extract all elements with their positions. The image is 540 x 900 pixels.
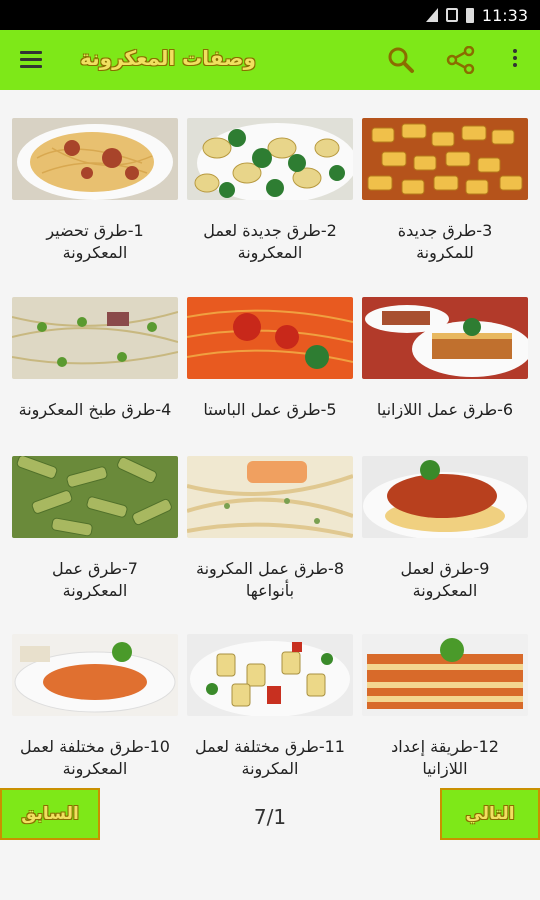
recipe-card[interactable]: 12-طريقة إعداد اللازانيا [362, 634, 528, 780]
recipe-label: 12-طريقة إعداد اللازانيا [391, 737, 499, 778]
recipe-label: 11-طرق مختلفة لعمل المكرونة [195, 737, 345, 778]
previous-button[interactable]: السابق [0, 788, 100, 840]
recipe-image [12, 634, 178, 716]
app-title: وصفات المعكرونة [80, 46, 256, 70]
recipe-label: 9-طرق لعمل المعكرونة [400, 559, 490, 600]
recipe-image [186, 456, 354, 538]
recipe-image [187, 118, 357, 203]
next-button[interactable]: التالي [440, 788, 540, 840]
recipe-image [11, 297, 179, 379]
status-bar: 11:33 [0, 0, 540, 30]
recipe-card[interactable]: 8-طرق عمل المكرونة بأنواعها [186, 456, 354, 602]
recipe-image [362, 456, 528, 540]
recipe-image [12, 118, 178, 200]
recipe-label: 3-طرق جديدة للمكرونة [397, 221, 493, 262]
recipe-label: 2-طرق جديدة لعمل المعكرونة [203, 221, 337, 262]
app-toolbar: وصفات المعكرونة [0, 30, 540, 90]
recipe-image [187, 634, 353, 717]
recipe-label: 1-طرق تحضير المعكرونة [46, 221, 144, 262]
recipe-label: 5-طرق عمل الباستا [203, 400, 337, 419]
recipe-image [362, 634, 528, 716]
recipe-card[interactable]: 7-طرق عمل المعكرونة [12, 455, 178, 602]
recipe-card[interactable]: 4-طرق طبخ المعكرونة [11, 297, 179, 421]
recipe-label: 7-طرق عمل المعكرونة [52, 559, 138, 600]
recipe-image [362, 118, 528, 200]
recipe-label: 4-طرق طبخ المعكرونة [18, 400, 172, 419]
recipe-label: 10-طرق مختلفة لعمل المعكرونة [20, 737, 170, 778]
recipe-label: 8-طرق عمل المكرونة بأنواعها [195, 559, 344, 600]
recipe-card[interactable]: 9-طرق لعمل المعكرونة [362, 456, 528, 602]
recipe-card[interactable]: 5-طرق عمل الباستا [186, 297, 354, 421]
recipe-card[interactable]: 2-طرق جديدة لعمل المعكرونة [187, 118, 357, 264]
recipe-label: 6-طرق عمل اللازانيا [376, 400, 514, 419]
signal-icon [425, 8, 438, 22]
battery-icon [465, 7, 474, 23]
search-icon[interactable] [387, 46, 415, 74]
status-time: 11:33 [481, 5, 528, 25]
recipe-card[interactable]: 11-طرق مختلفة لعمل المكرونة [187, 634, 353, 780]
recipe-image [12, 455, 178, 538]
recipe-image [362, 297, 532, 379]
recipe-image [186, 297, 354, 379]
recipe-card[interactable]: 6-طرق عمل اللازانيا [362, 297, 532, 421]
more-options-icon[interactable] [510, 46, 520, 74]
share-icon[interactable] [446, 46, 476, 74]
recipe-card[interactable]: 1-طرق تحضير المعكرونة [12, 118, 178, 264]
menu-icon[interactable] [20, 51, 42, 69]
sim-icon [445, 8, 458, 22]
recipe-card[interactable]: 3-طرق جديدة للمكرونة [362, 118, 528, 264]
recipe-card[interactable]: 10-طرق مختلفة لعمل المعكرونة [12, 634, 178, 780]
page-indicator: 7/1 [253, 805, 287, 829]
